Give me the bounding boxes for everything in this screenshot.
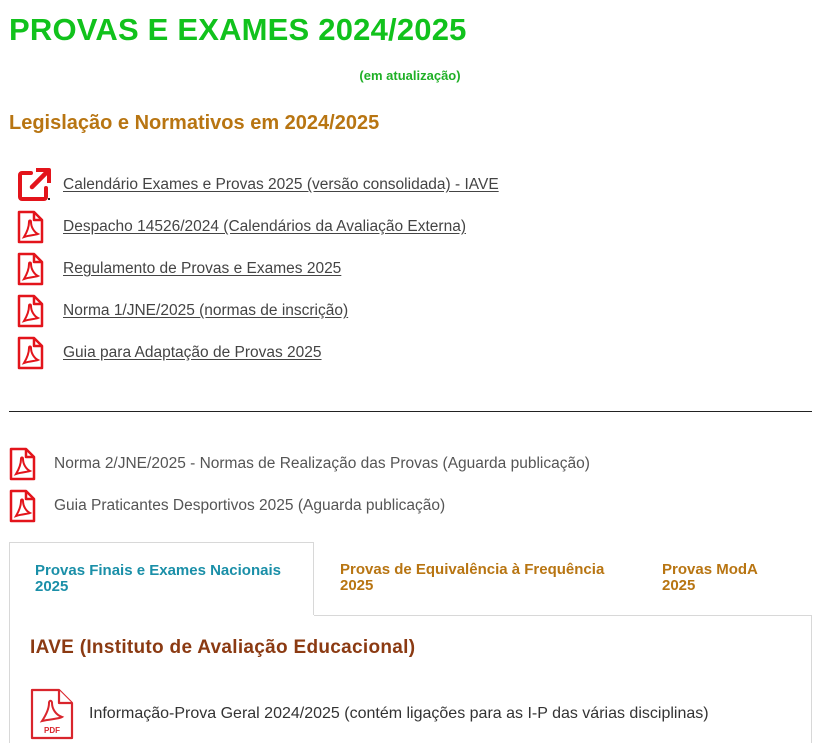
section-divider [9, 411, 812, 412]
guia-praticantes-text: Guia Praticantes Desportivos 2025 (Aguar… [54, 497, 446, 514]
legislation-section-title: Legislação e Normativos em 2024/2025 [9, 112, 380, 134]
informacao-prova-text[interactable]: Informação-Prova Geral 2024/2025 (contém… [89, 705, 709, 723]
pdf-file-icon[interactable]: PDF [30, 688, 74, 740]
list-item: Regulamento de Provas e Exames 2025 [16, 248, 499, 290]
norma-2-text: Norma 2/JNE/2025 - Normas de Realização … [54, 455, 590, 472]
tab-provas-equivalencia[interactable]: Provas de Equivalência à Frequência 2025 [314, 542, 629, 615]
list-item: Guia para Adaptação de Provas 2025 [16, 332, 499, 374]
tab-label: Provas Finais e Exames Nacionais [35, 562, 281, 579]
tab-label: Provas ModA [662, 561, 758, 578]
regulamento-link[interactable]: Regulamento de Provas e Exames 2025 [63, 260, 341, 278]
pdf-icon [8, 488, 42, 524]
tab-label: Provas de Equivalência à Frequência [340, 561, 605, 578]
tab-provas-finais[interactable]: Provas Finais e Exames Nacionais 2025 [9, 542, 314, 615]
despacho-link[interactable]: Despacho 14526/2024 (Calendários da Aval… [63, 218, 466, 236]
pdf-icon[interactable] [16, 209, 52, 245]
update-status: (em atualização) [359, 68, 461, 83]
norma-1-link[interactable]: Norma 1/JNE/2025 (normas de inscrição) [63, 302, 348, 320]
calendario-exames-link[interactable]: Calendário Exames e Provas 2025 (versão … [63, 176, 499, 194]
guia-adaptacao-link[interactable]: Guia para Adaptação de Provas 2025 [63, 344, 322, 362]
list-item: Guia Praticantes Desportivos 2025 (Aguar… [8, 485, 590, 527]
doc-item: PDF Informação-Prova Geral 2024/2025 (co… [30, 688, 709, 740]
list-item: Despacho 14526/2024 (Calendários da Aval… [16, 206, 499, 248]
page-title: PROVAS E EXAMES 2024/2025 [9, 12, 467, 47]
tab-provas-moda[interactable]: Provas ModA 2025 [637, 542, 812, 615]
external-link-icon[interactable] [16, 167, 52, 203]
pdf-icon[interactable] [16, 293, 52, 329]
pdf-icon[interactable] [16, 251, 52, 287]
iave-section-title: IAVE (Instituto de Avaliação Educacional… [30, 637, 416, 658]
legislation-link-list: Calendário Exames e Provas 2025 (versão … [16, 164, 499, 374]
list-item: Norma 1/JNE/2025 (normas de inscrição) [16, 290, 499, 332]
tab-year: 2025 [35, 578, 69, 595]
tab-year: 2025 [662, 577, 696, 594]
pdf-icon [8, 446, 42, 482]
pdf-label: PDF [44, 726, 60, 735]
pending-list: Norma 2/JNE/2025 - Normas de Realização … [8, 443, 590, 527]
list-item: Calendário Exames e Provas 2025 (versão … [16, 164, 499, 206]
exam-tabs: Provas Finais e Exames Nacionais 2025 Pr… [9, 542, 812, 616]
list-item: Norma 2/JNE/2025 - Normas de Realização … [8, 443, 590, 485]
pdf-icon[interactable] [16, 335, 52, 371]
tab-year: 2025 [340, 577, 374, 594]
